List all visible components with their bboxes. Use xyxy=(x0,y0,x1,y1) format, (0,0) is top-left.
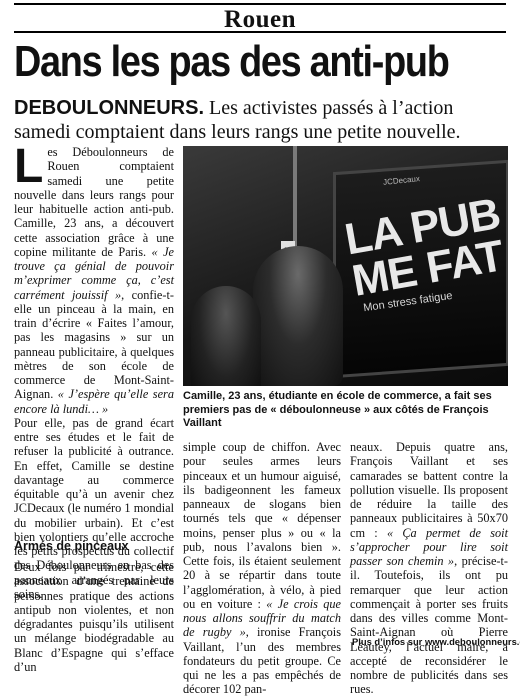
section-title: Rouen xyxy=(224,6,296,33)
more-info-line: Plus d’infos sur www.deboulonneurs.org. xyxy=(352,636,520,647)
paragraph-4: simple coup de chiffon. Avec pour seules… xyxy=(183,440,341,697)
column-2: simple coup de chiffon. Avec pour seules… xyxy=(183,440,341,697)
activist-figure xyxy=(253,246,343,386)
deck: DEBOULONNEURS. Les activistes passés à l… xyxy=(14,96,506,144)
intro-text-b: , confie-t-elle un pinceau à la main, en… xyxy=(14,287,174,402)
p5-text-b: , précise-t-il. Toutefois, ils ont pu re… xyxy=(350,554,509,697)
photo-caption: Camille, 23 ans, étudiante en école de c… xyxy=(183,390,492,429)
column-3: neaux. Depuis quatre ans, François Vaill… xyxy=(350,440,508,697)
column-1-bottom: Deux fois par trimestre, cette associati… xyxy=(14,560,174,674)
subhead: Armés de pinceaux xyxy=(14,539,129,553)
more-info-label: Plus d’infos sur xyxy=(352,636,425,647)
paragraph-intro: Les Déboulonneurs de Rouen comptaient sa… xyxy=(14,140,174,416)
deck-kicker: DEBOULONNEURS. xyxy=(14,97,205,119)
headline: Dans les pas des anti-pub xyxy=(14,37,450,86)
article-photo: P JCDecaux LA PUB ME FAT Mon stress fati… xyxy=(183,146,508,386)
paragraph-3: Deux fois par trimestre, cette associati… xyxy=(14,560,174,674)
paragraph-5: neaux. Depuis quatre ans, François Vaill… xyxy=(350,440,508,697)
column-1: Les Déboulonneurs de Rouen comptaient sa… xyxy=(14,140,174,601)
section-banner: Rouen xyxy=(14,3,506,33)
p4-text-a: simple coup de chiffon. Avec pour seules… xyxy=(183,440,341,611)
dropcap: L xyxy=(14,140,44,193)
second-figure xyxy=(191,286,261,386)
more-info-url[interactable]: www.deboulonneurs.org. xyxy=(425,636,520,647)
